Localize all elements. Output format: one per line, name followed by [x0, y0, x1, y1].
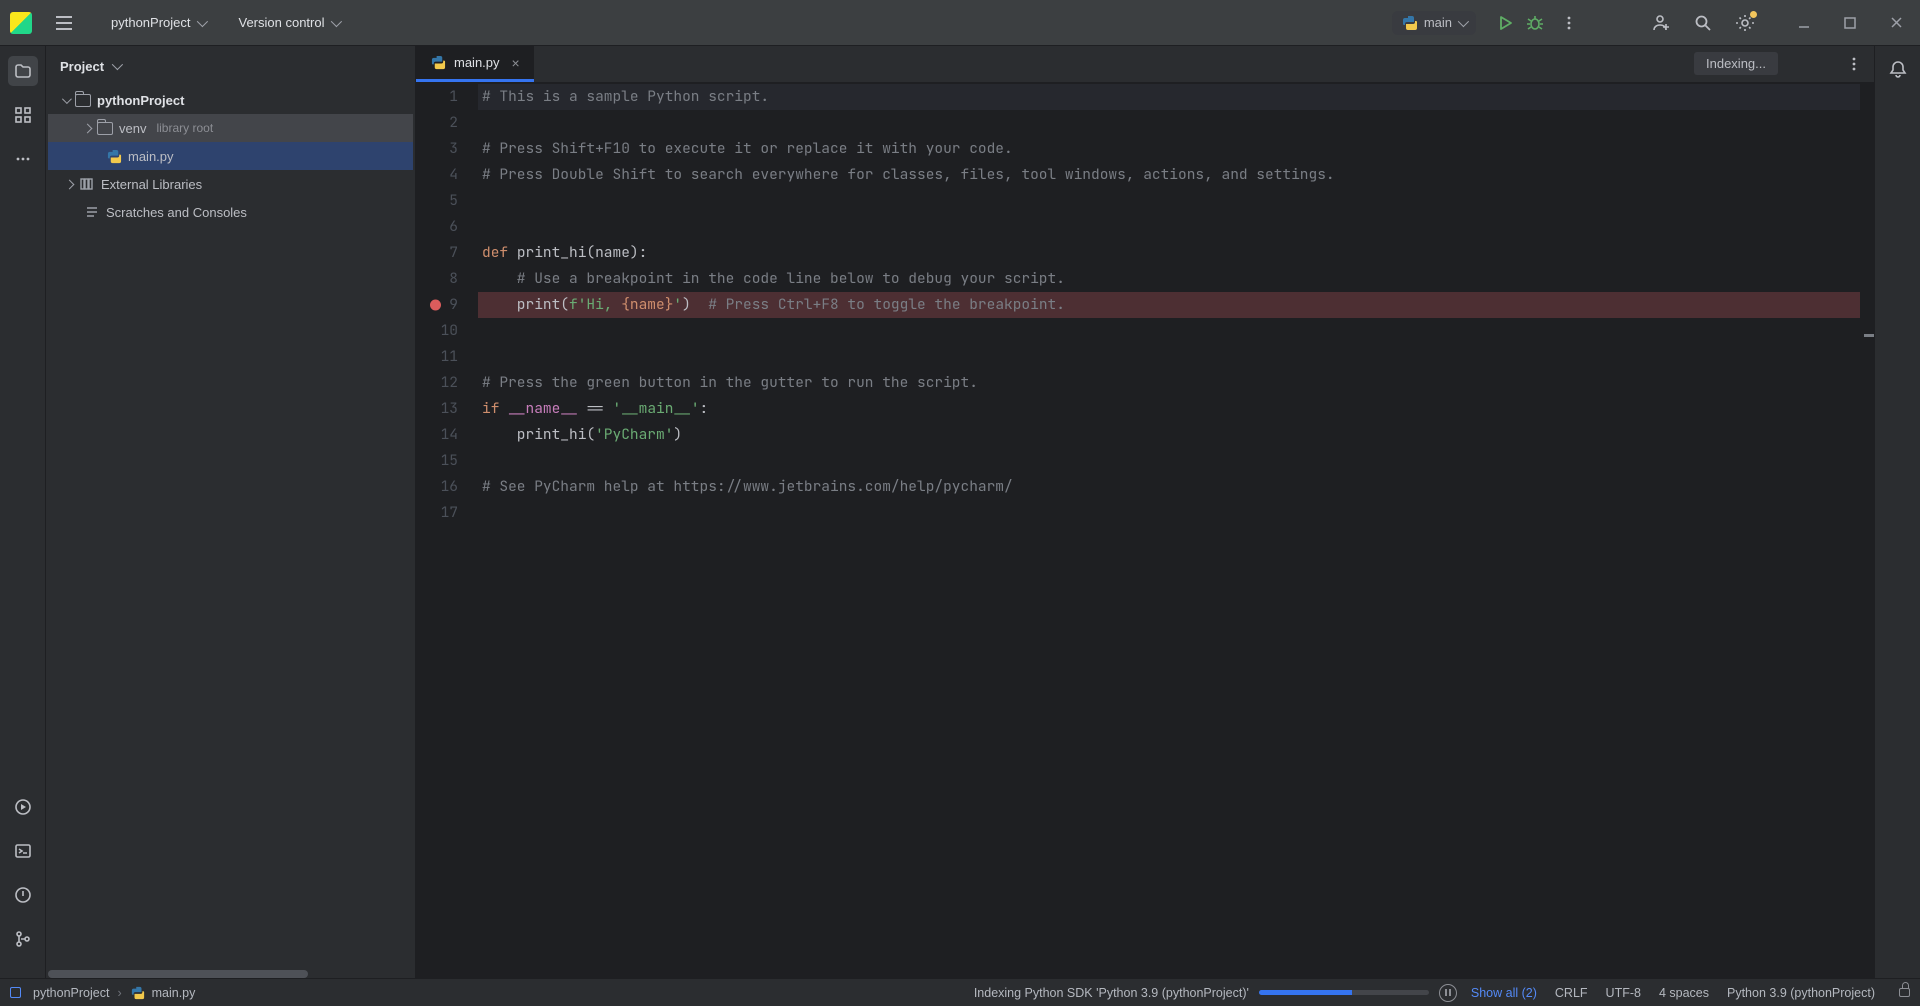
chevron-down-icon [62, 94, 72, 104]
tree-venv[interactable]: venv library root [48, 114, 413, 142]
line-number-gutter[interactable]: 1 2 3 4 5 6 7 8 9 10 11 12 13 14 15 16 1… [416, 82, 478, 978]
tree-scratches-label: Scratches and Consoles [106, 205, 247, 220]
breadcrumb-separator: › [117, 986, 121, 1000]
editor-area: main.py × Indexing... 1 2 3 4 5 6 7 8 9 … [416, 46, 1874, 978]
code-content[interactable]: # This is a sample Python script. # Pres… [478, 82, 1860, 978]
run-config-label: main [1424, 15, 1452, 30]
read-only-lock-icon[interactable] [1899, 988, 1910, 997]
library-icon [79, 176, 95, 192]
titlebar: pythonProject Version control main [0, 0, 1920, 46]
maximize-button[interactable] [1836, 9, 1864, 37]
encoding-widget[interactable]: UTF-8 [1606, 986, 1641, 1000]
indent-widget[interactable]: 4 spaces [1659, 986, 1709, 1000]
tree-file-label: main.py [128, 149, 174, 164]
close-tab-button[interactable]: × [512, 55, 520, 71]
collab-button[interactable] [1646, 8, 1676, 38]
close-button[interactable] [1882, 9, 1910, 37]
main-menu-button[interactable] [50, 9, 78, 37]
tree-venv-label: venv [119, 121, 146, 136]
python-icon [106, 148, 122, 164]
tab-more-button[interactable] [1834, 46, 1874, 82]
python-icon [130, 985, 146, 1001]
chevron-down-icon [1458, 15, 1469, 26]
more-tools-button[interactable] [8, 144, 38, 174]
horizontal-scrollbar[interactable] [48, 970, 308, 978]
minimize-button[interactable] [1790, 9, 1818, 37]
left-tool-gutter [0, 46, 46, 978]
tree-external-libraries[interactable]: External Libraries [48, 170, 413, 198]
notifications-button[interactable] [1883, 54, 1913, 84]
python-icon [1402, 15, 1418, 31]
tree-file-main[interactable]: main.py [48, 142, 413, 170]
more-actions-button[interactable] [1554, 8, 1584, 38]
chevron-right-icon [83, 123, 93, 133]
editor-tabs: main.py × Indexing... [416, 46, 1874, 82]
editor-error-stripe[interactable] [1860, 82, 1874, 978]
run-button[interactable] [1490, 8, 1520, 38]
tree-venv-annotation: library root [156, 121, 213, 135]
vcs-dropdown[interactable]: Version control [231, 11, 347, 34]
folder-icon [97, 122, 113, 135]
project-panel-header[interactable]: Project [46, 46, 415, 86]
right-tool-gutter [1874, 46, 1920, 978]
project-dropdown[interactable]: pythonProject [103, 11, 213, 34]
tree-root[interactable]: pythonProject [48, 86, 413, 114]
project-tool-button[interactable] [8, 56, 38, 86]
line-separator-widget[interactable]: CRLF [1555, 986, 1588, 1000]
python-console-tool-button[interactable] [8, 792, 38, 822]
structure-tool-button[interactable] [8, 100, 38, 130]
debug-button[interactable] [1520, 8, 1550, 38]
tree-ext-libs-label: External Libraries [101, 177, 202, 192]
search-button[interactable] [1688, 8, 1718, 38]
module-icon [10, 987, 21, 998]
run-config-selector[interactable]: main [1392, 11, 1476, 35]
vcs-tool-button[interactable] [8, 924, 38, 954]
chevron-down-icon [330, 15, 341, 26]
show-all-tasks-link[interactable]: Show all (2) [1471, 986, 1537, 1000]
window-controls [1790, 9, 1910, 37]
indexing-indicator: Indexing... [1694, 52, 1778, 75]
python-icon [430, 55, 446, 71]
status-bar: pythonProject › main.py Indexing Python … [0, 978, 1920, 1006]
terminal-tool-button[interactable] [8, 836, 38, 866]
stripe-mark[interactable] [1864, 334, 1874, 337]
breakpoint-gutter-line[interactable]: 9 [416, 292, 478, 318]
tree-root-label: pythonProject [97, 93, 184, 108]
chevron-down-icon [112, 59, 123, 70]
settings-button[interactable] [1730, 8, 1760, 38]
tree-scratches[interactable]: Scratches and Consoles [48, 198, 413, 226]
breadcrumb-project[interactable]: pythonProject [10, 986, 109, 1000]
project-panel-title: Project [60, 59, 104, 74]
indexing-status-text: Indexing Python SDK 'Python 3.9 (pythonP… [974, 986, 1249, 1000]
chevron-down-icon [196, 15, 207, 26]
vcs-label: Version control [239, 15, 325, 30]
folder-icon [75, 94, 91, 107]
project-name-label: pythonProject [111, 15, 191, 30]
project-panel: Project pythonProject venv library root … [46, 46, 416, 978]
interpreter-widget[interactable]: Python 3.9 (pythonProject) [1727, 986, 1875, 1000]
scratches-icon [84, 204, 100, 220]
editor-tab-main[interactable]: main.py × [416, 46, 534, 82]
app-logo-icon [10, 12, 32, 34]
code-editor[interactable]: 1 2 3 4 5 6 7 8 9 10 11 12 13 14 15 16 1… [416, 82, 1874, 978]
project-tree: pythonProject venv library root main.py … [46, 86, 415, 226]
indexing-progress-bar [1259, 990, 1429, 995]
pause-indexing-button[interactable] [1439, 984, 1457, 1002]
breadcrumb-file[interactable]: main.py [130, 985, 196, 1001]
chevron-right-icon [65, 179, 75, 189]
problems-tool-button[interactable] [8, 880, 38, 910]
breakpoint-icon[interactable] [430, 300, 441, 311]
tab-label: main.py [454, 55, 500, 70]
